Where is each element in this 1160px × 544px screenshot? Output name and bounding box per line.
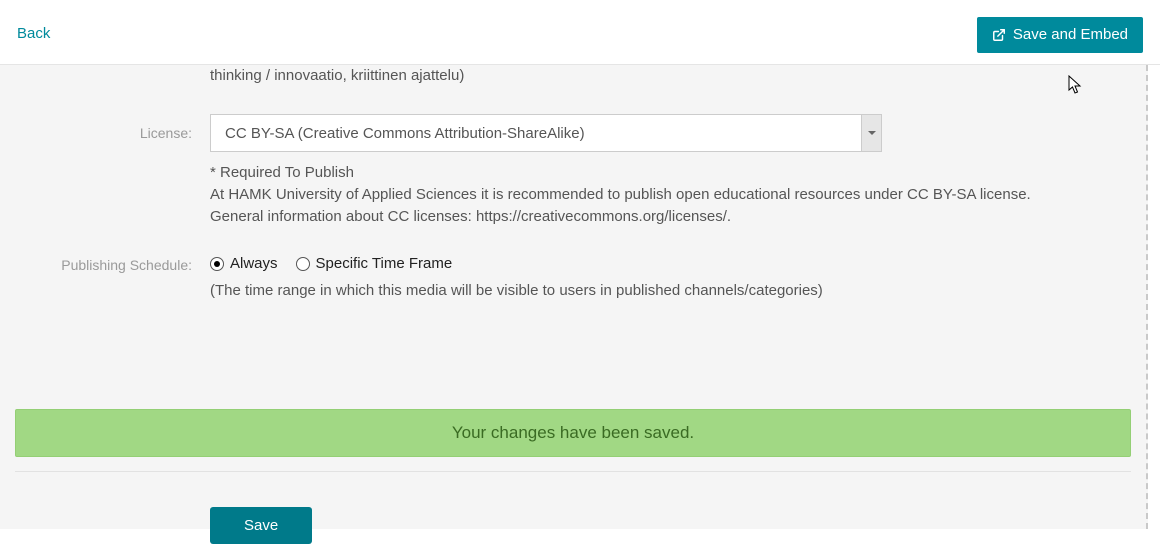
schedule-help-text: (The time range in which this media will… [210, 282, 1131, 299]
radio-icon [296, 257, 310, 271]
publishing-schedule-label: Publishing Schedule: [15, 255, 210, 273]
save-and-embed-label: Save and Embed [1013, 26, 1128, 43]
schedule-radio-specific[interactable]: Specific Time Frame [296, 255, 453, 272]
license-row: License: CC BY-SA (Creative Commons Attr… [15, 114, 1131, 227]
back-link[interactable]: Back [17, 25, 50, 42]
license-help-text: At HAMK University of Applied Sciences i… [210, 184, 1080, 228]
license-required-note: * Required To Publish [210, 162, 1080, 184]
radio-label-specific: Specific Time Frame [316, 255, 453, 272]
license-selected-value: CC BY-SA (Creative Commons Attribution-S… [211, 115, 861, 151]
external-link-icon [992, 28, 1006, 42]
publishing-schedule-row: Publishing Schedule: Always Specific Tim… [15, 255, 1131, 299]
schedule-radio-always[interactable]: Always [210, 255, 278, 272]
license-label: License: [15, 114, 210, 141]
footer-actions: Save [15, 507, 1131, 544]
success-banner: Your changes have been saved. [15, 409, 1131, 457]
cutoff-row: thinking / innovaatio, kriittinen ajatte… [15, 65, 1131, 86]
cutoff-text: thinking / innovaatio, kriittinen ajatte… [210, 65, 1131, 86]
save-button[interactable]: Save [210, 507, 312, 544]
schedule-radio-group: Always Specific Time Frame [210, 255, 1131, 272]
page-body: thinking / innovaatio, kriittinen ajatte… [0, 65, 1148, 529]
save-and-embed-button[interactable]: Save and Embed [977, 17, 1143, 53]
divider [15, 471, 1131, 472]
license-select[interactable]: CC BY-SA (Creative Commons Attribution-S… [210, 114, 882, 152]
radio-label-always: Always [230, 255, 278, 272]
chevron-down-icon [861, 115, 881, 151]
top-bar: Back Save and Embed [0, 0, 1160, 65]
radio-icon [210, 257, 224, 271]
